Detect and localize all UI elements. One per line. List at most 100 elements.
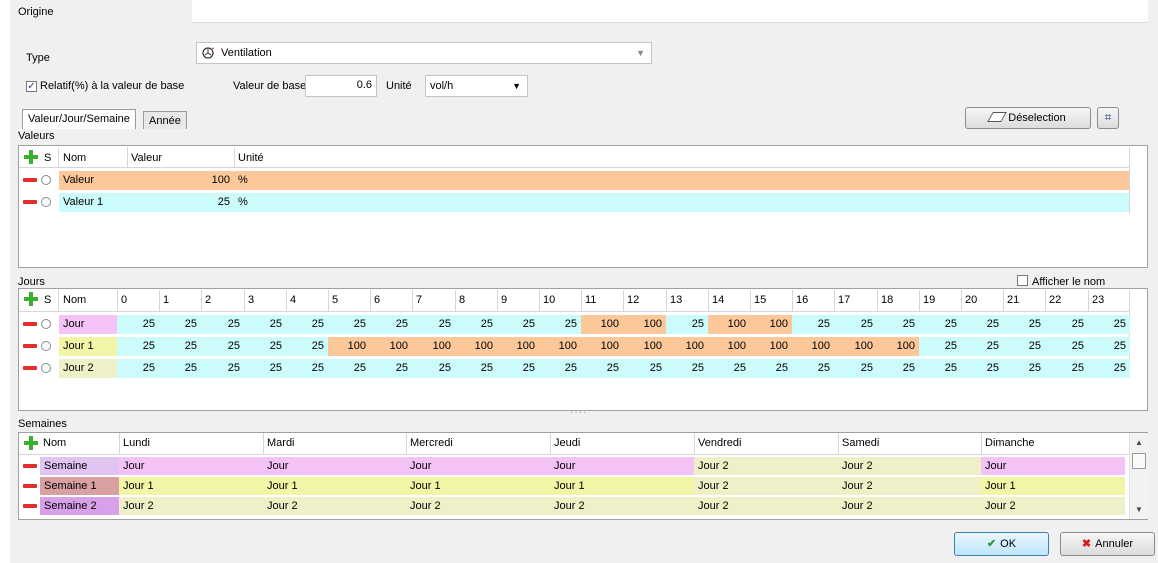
day-assignment-cell[interactable]: Jour 1 [119,477,263,495]
row-select-radio[interactable] [41,363,51,373]
remove-row-icon[interactable] [23,366,37,370]
hour-value-cell[interactable]: 25 [412,315,455,334]
valeur-value-cell[interactable]: 100 [127,171,234,190]
hour-value-cell[interactable]: 25 [370,315,412,334]
day-assignment-cell[interactable]: Jour 2 [838,457,981,475]
hour-value-cell[interactable]: 25 [1045,337,1088,356]
hour-value-cell[interactable]: 25 [497,315,539,334]
scrollbar-thumb[interactable] [1132,453,1146,469]
hour-value-cell[interactable]: 25 [919,337,961,356]
annuler-button[interactable]: ✖ Annuler [1060,532,1155,556]
day-assignment-cell[interactable]: Jour 2 [406,497,550,515]
hour-value-cell[interactable]: 100 [834,337,877,356]
hour-value-cell[interactable]: 25 [244,359,286,378]
remove-row-icon[interactable] [23,484,37,488]
hour-value-cell[interactable]: 25 [877,359,919,378]
remove-row-icon[interactable] [23,464,37,468]
hour-value-cell[interactable]: 25 [286,337,328,356]
hour-value-cell[interactable]: 25 [877,315,919,334]
ok-button[interactable]: ✔ OK [954,532,1049,556]
hour-value-cell[interactable]: 100 [708,337,750,356]
day-assignment-cell[interactable]: Jour 2 [838,497,981,515]
hour-value-cell[interactable]: 25 [286,315,328,334]
hour-value-cell[interactable]: 25 [412,359,455,378]
hour-value-cell[interactable]: 25 [497,359,539,378]
hour-value-cell[interactable]: 100 [539,337,581,356]
hour-value-cell[interactable]: 25 [834,315,877,334]
valeur-base-input[interactable]: 0.6 [305,75,377,97]
hour-value-cell[interactable]: 100 [623,337,666,356]
hour-value-cell[interactable]: 100 [623,315,666,334]
scroll-up-icon[interactable]: ▲ [1135,438,1143,447]
hour-value-cell[interactable]: 25 [581,359,623,378]
relatif-checkbox[interactable]: ✓ [26,81,37,92]
hour-value-cell[interactable]: 25 [328,359,370,378]
afficher-nom-checkbox[interactable] [1017,275,1028,286]
tab-annee[interactable]: Année [143,111,187,129]
hour-value-cell[interactable]: 25 [455,315,497,334]
hour-value-cell[interactable]: 100 [792,337,834,356]
row-select-radio[interactable] [41,341,51,351]
scroll-down-icon[interactable]: ▼ [1135,505,1143,514]
add-jour-icon[interactable] [24,292,38,306]
tab-valeur-jour-semaine[interactable]: Valeur/Jour/Semaine [22,109,136,129]
hour-value-cell[interactable]: 25 [961,337,1003,356]
add-valeur-icon[interactable] [24,150,38,164]
hour-value-cell[interactable]: 25 [623,359,666,378]
day-assignment-cell[interactable]: Jour [119,457,263,475]
valeur-nom-cell[interactable]: Valeur [59,171,127,190]
hour-value-cell[interactable]: 25 [286,359,328,378]
valeur-value-cell[interactable]: 25 [127,193,234,212]
row-select-radio[interactable] [41,197,51,207]
hour-value-cell[interactable]: 25 [539,359,581,378]
hour-value-cell[interactable]: 100 [455,337,497,356]
day-assignment-cell[interactable]: Jour 2 [694,457,838,475]
valeur-unite-cell[interactable]: % [234,171,1129,190]
hour-value-cell[interactable]: 25 [370,359,412,378]
hour-value-cell[interactable]: 25 [159,337,201,356]
day-assignment-cell[interactable]: Jour 2 [119,497,263,515]
hour-value-cell[interactable]: 100 [877,337,919,356]
hour-value-cell[interactable]: 100 [581,337,623,356]
day-assignment-cell[interactable]: Jour 2 [550,497,694,515]
hour-value-cell[interactable]: 25 [159,315,201,334]
day-assignment-cell[interactable]: Jour 1 [981,477,1125,495]
hour-value-cell[interactable]: 25 [919,359,961,378]
day-assignment-cell[interactable]: Jour 2 [694,497,838,515]
day-assignment-cell[interactable]: Jour 1 [406,477,550,495]
hour-value-cell[interactable]: 100 [370,337,412,356]
hour-value-cell[interactable]: 25 [919,315,961,334]
hour-value-cell[interactable]: 25 [708,359,750,378]
hour-value-cell[interactable]: 25 [117,337,159,356]
hour-value-cell[interactable]: 25 [328,315,370,334]
hour-value-cell[interactable]: 25 [834,359,877,378]
hour-value-cell[interactable]: 25 [244,337,286,356]
hour-value-cell[interactable]: 25 [1088,337,1130,356]
hour-value-cell[interactable]: 25 [244,315,286,334]
day-assignment-cell[interactable]: Jour 2 [981,497,1125,515]
hour-value-cell[interactable]: 25 [201,315,244,334]
day-assignment-cell[interactable]: Jour 2 [694,477,838,495]
hour-value-cell[interactable]: 100 [328,337,370,356]
hour-value-cell[interactable]: 25 [201,359,244,378]
hour-value-cell[interactable]: 25 [117,359,159,378]
hour-value-cell[interactable]: 25 [1088,359,1130,378]
day-assignment-cell[interactable]: Jour [406,457,550,475]
semaines-scrollbar[interactable]: ▲ ▼ [1129,433,1148,519]
hour-value-cell[interactable]: 25 [961,315,1003,334]
hour-value-cell[interactable]: 100 [666,337,708,356]
hour-value-cell[interactable]: 25 [1088,315,1130,334]
jour-nom-cell[interactable]: Jour [59,315,117,334]
hour-value-cell[interactable]: 25 [1003,359,1045,378]
hour-value-cell[interactable]: 25 [961,359,1003,378]
hour-value-cell[interactable]: 25 [201,337,244,356]
remove-row-icon[interactable] [23,322,37,326]
hour-value-cell[interactable]: 25 [1003,315,1045,334]
semaine-nom-cell[interactable]: Semaine 1 [40,477,119,495]
hour-value-cell[interactable]: 100 [708,315,750,334]
valeur-unite-cell[interactable]: % [234,193,1129,212]
day-assignment-cell[interactable]: Jour 1 [263,477,406,495]
valeur-nom-cell[interactable]: Valeur 1 [59,193,127,212]
remove-row-icon[interactable] [23,178,37,182]
origine-field[interactable] [192,0,1148,23]
